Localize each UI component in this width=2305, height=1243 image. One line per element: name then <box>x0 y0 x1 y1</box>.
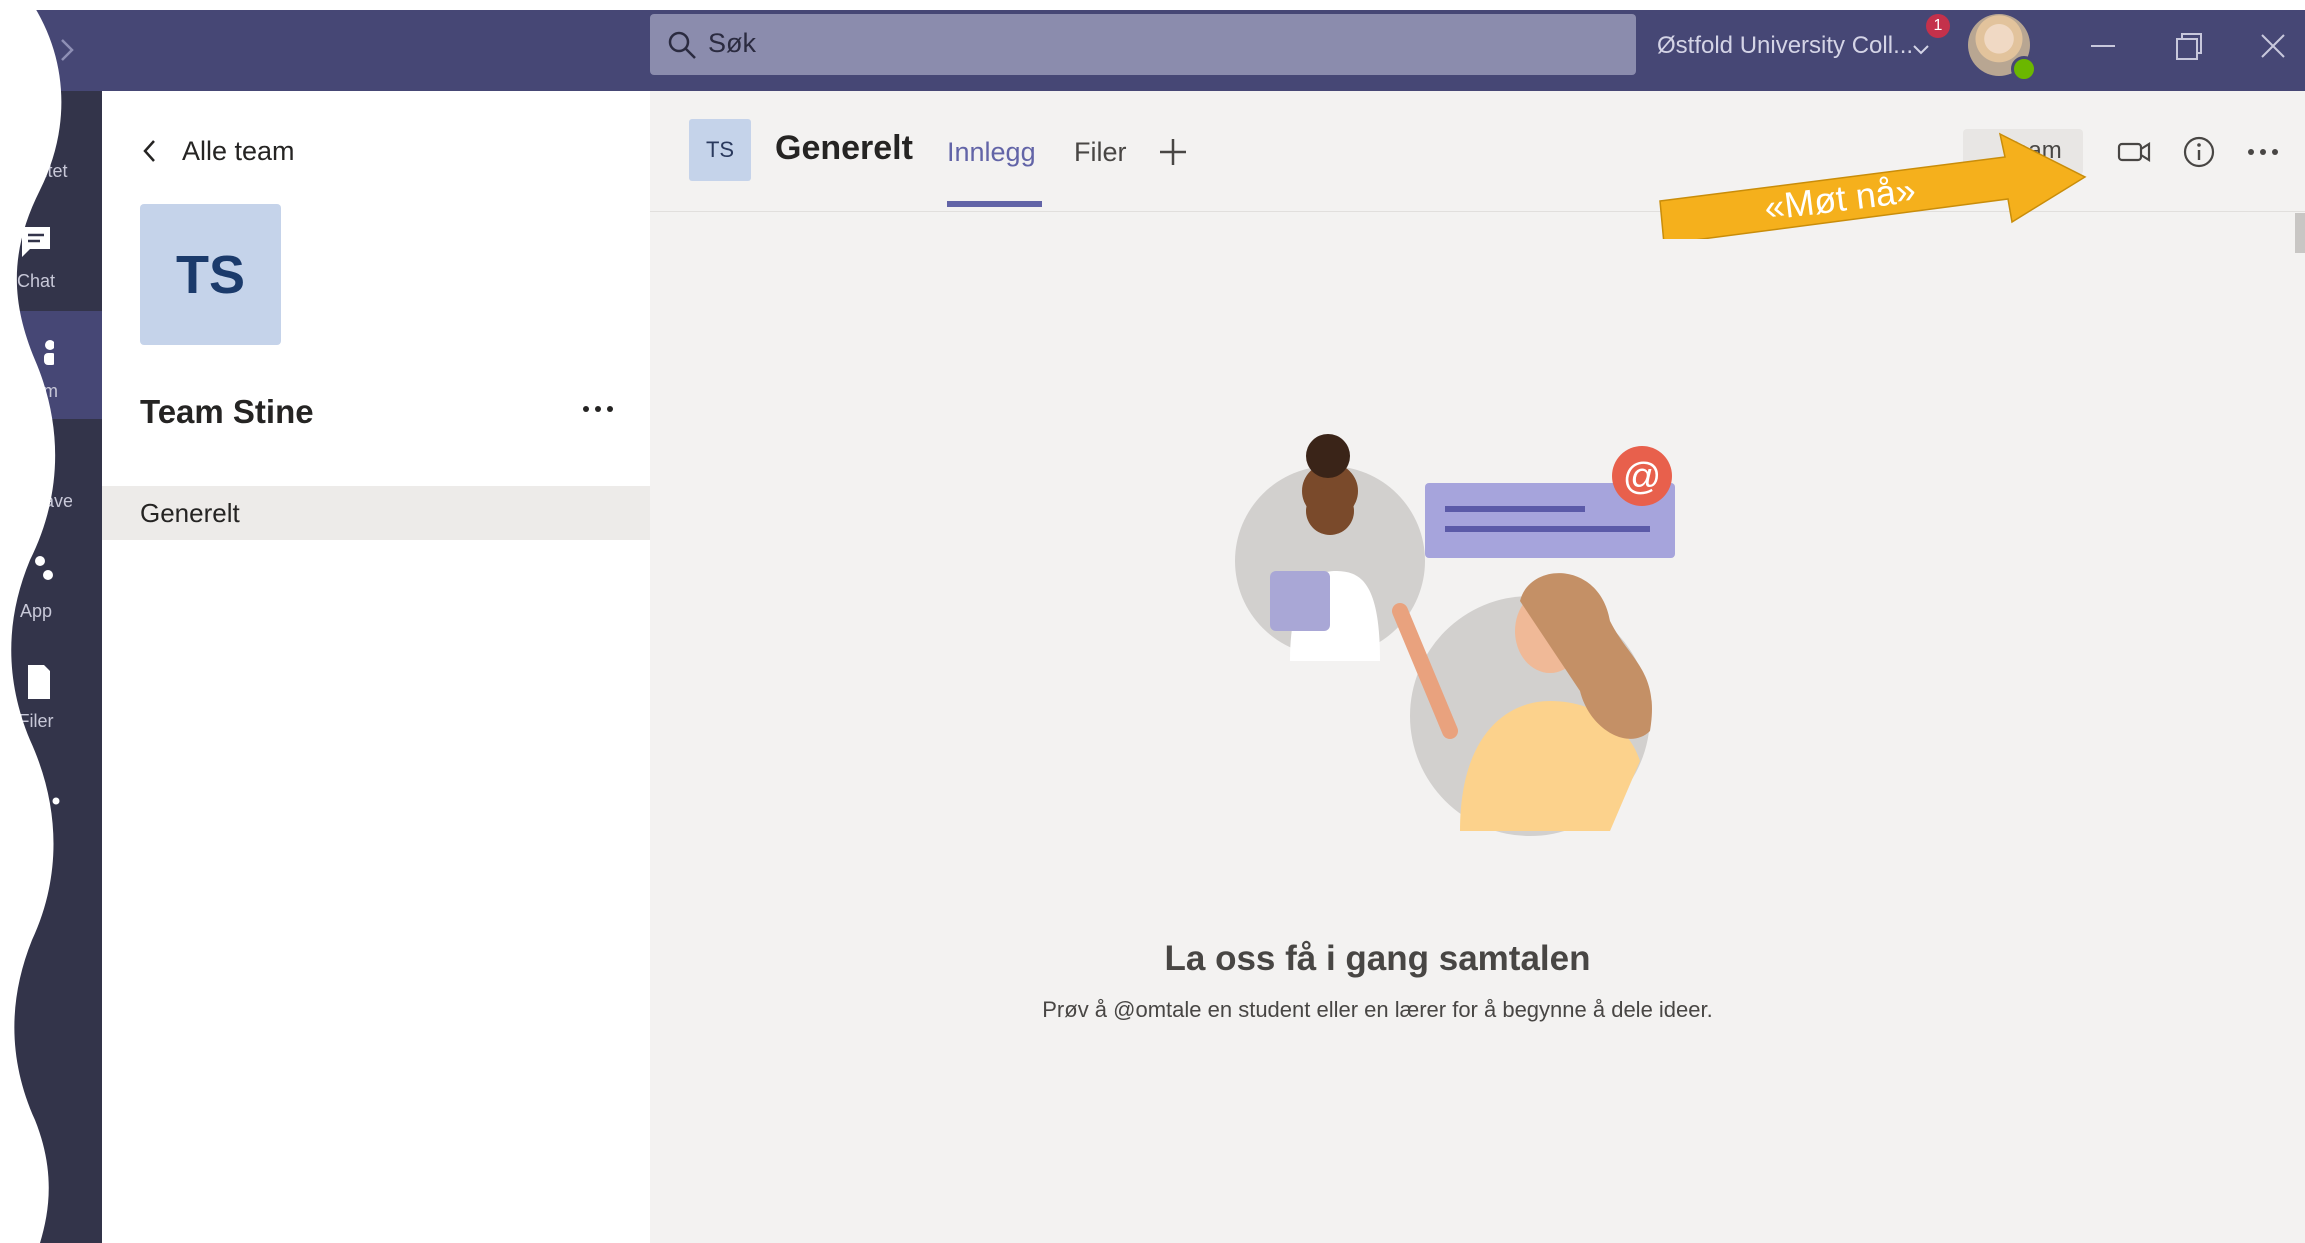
back-to-all-teams[interactable]: Alle team <box>140 131 295 171</box>
channel-avatar: TS <box>689 119 751 181</box>
notification-badge: 1 <box>1926 14 1950 38</box>
presence-available-icon <box>2011 56 2037 82</box>
empty-state-subtitle: Prøv å @omtale en student eller en lærer… <box>1042 997 1713 1022</box>
svg-text:@: @ <box>1623 456 1662 498</box>
meet-now-video-icon[interactable] <box>2115 133 2153 171</box>
chevron-left-icon <box>143 140 155 162</box>
back-label: Alle team <box>182 135 295 166</box>
add-tab-icon[interactable] <box>1156 135 1190 169</box>
chevron-down-icon[interactable] <box>1910 40 1932 60</box>
scrollbar-thumb[interactable] <box>2295 213 2305 253</box>
more-options-icon[interactable] <box>580 399 616 419</box>
minimize-icon[interactable] <box>2083 26 2123 66</box>
team-name: Team Stine <box>140 393 314 430</box>
search-input[interactable]: Søk <box>708 28 756 59</box>
channel-title: Generelt <box>775 129 913 167</box>
tab-files[interactable]: Filer <box>1074 137 1127 168</box>
channel-item-general[interactable]: Generelt <box>102 486 650 540</box>
annotation-arrow: «Møt nå» <box>1659 132 2087 239</box>
title-bar: Søk Østfold University Coll... 1 <box>0 10 2305 91</box>
search-icon <box>668 31 696 59</box>
search-box[interactable]: Søk <box>650 14 1636 75</box>
tab-posts[interactable]: Innlegg <box>947 137 1036 168</box>
organization-switcher[interactable]: Østfold University Coll... <box>1657 32 1913 60</box>
info-icon[interactable] <box>2180 133 2218 171</box>
torn-edge-overlay <box>0 0 62 1243</box>
channel-view: TS Generelt Innlegg Filer Team «Møt <box>650 91 2305 1243</box>
active-tab-indicator <box>947 201 1042 207</box>
more-options-icon[interactable] <box>2244 133 2282 171</box>
team-panel: Alle team TS Team Stine Generelt <box>102 91 650 1243</box>
empty-state-title: La oss få i gang samtalen <box>1164 939 1591 978</box>
channel-label: Generelt <box>140 498 240 528</box>
team-avatar: TS <box>140 204 281 345</box>
empty-state-illustration: @ <box>1235 434 1675 836</box>
close-icon[interactable] <box>2253 26 2293 66</box>
restore-icon[interactable] <box>2168 26 2208 66</box>
